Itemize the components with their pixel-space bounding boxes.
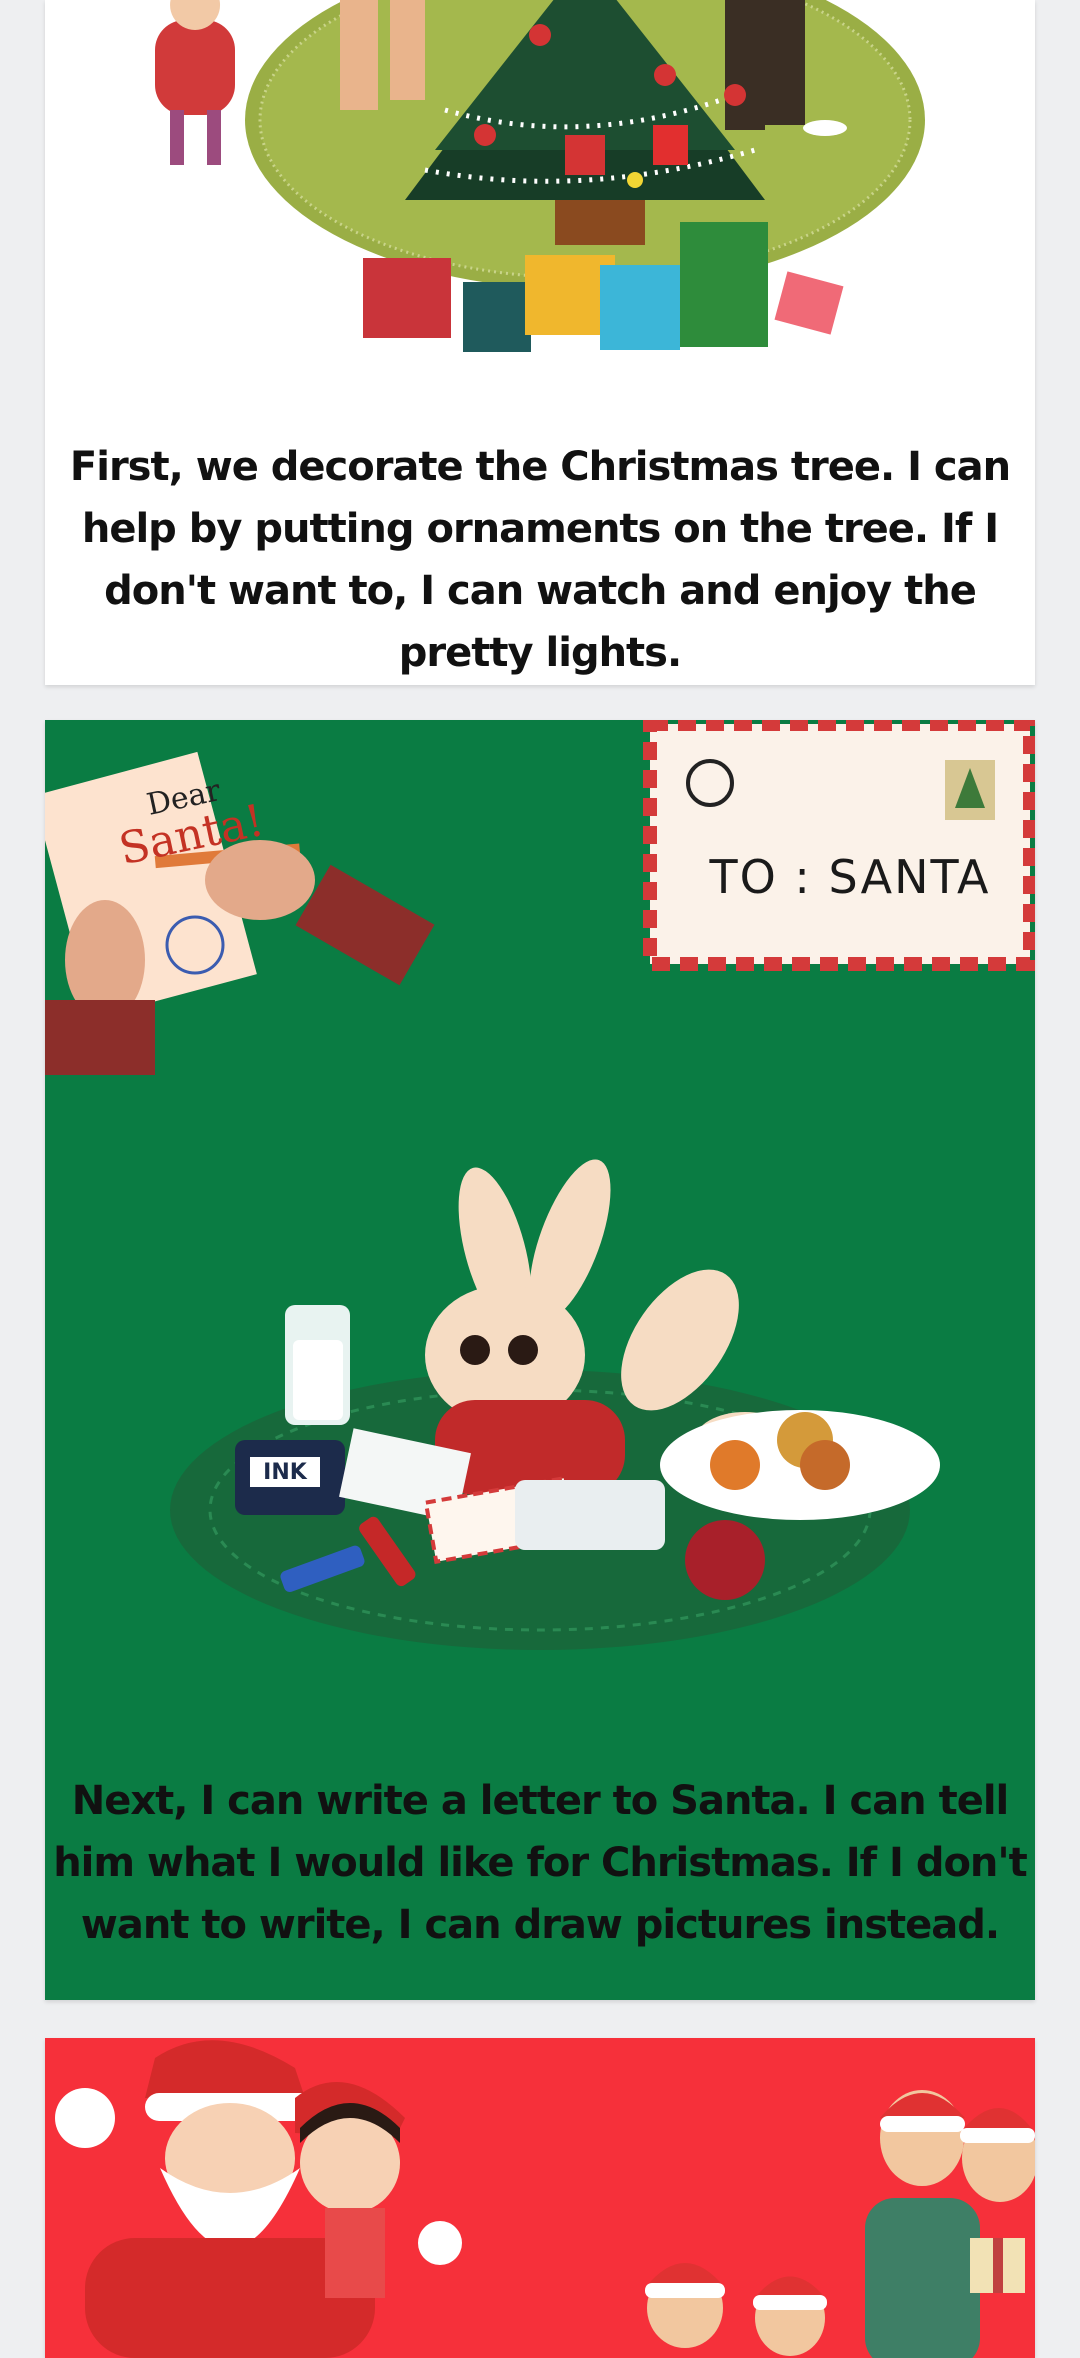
- santa-family-illustration: [55, 2040, 1035, 2358]
- story-page-3: [45, 2038, 1035, 2358]
- story-page-1: First, we decorate the Christmas tree. I…: [45, 0, 1035, 685]
- page-caption: First, we decorate the Christmas tree. I…: [69, 444, 1011, 676]
- story-page-2: Dear Santa! TO : SANTA INK Next, I can w…: [45, 720, 1035, 2000]
- page-caption: Next, I can write a letter to Santa. I c…: [53, 1778, 1028, 1948]
- christmas-tree-illustration: [155, 0, 925, 352]
- envelope-text: TO : SANTA: [709, 850, 991, 904]
- ink-label: INK: [263, 1460, 307, 1485]
